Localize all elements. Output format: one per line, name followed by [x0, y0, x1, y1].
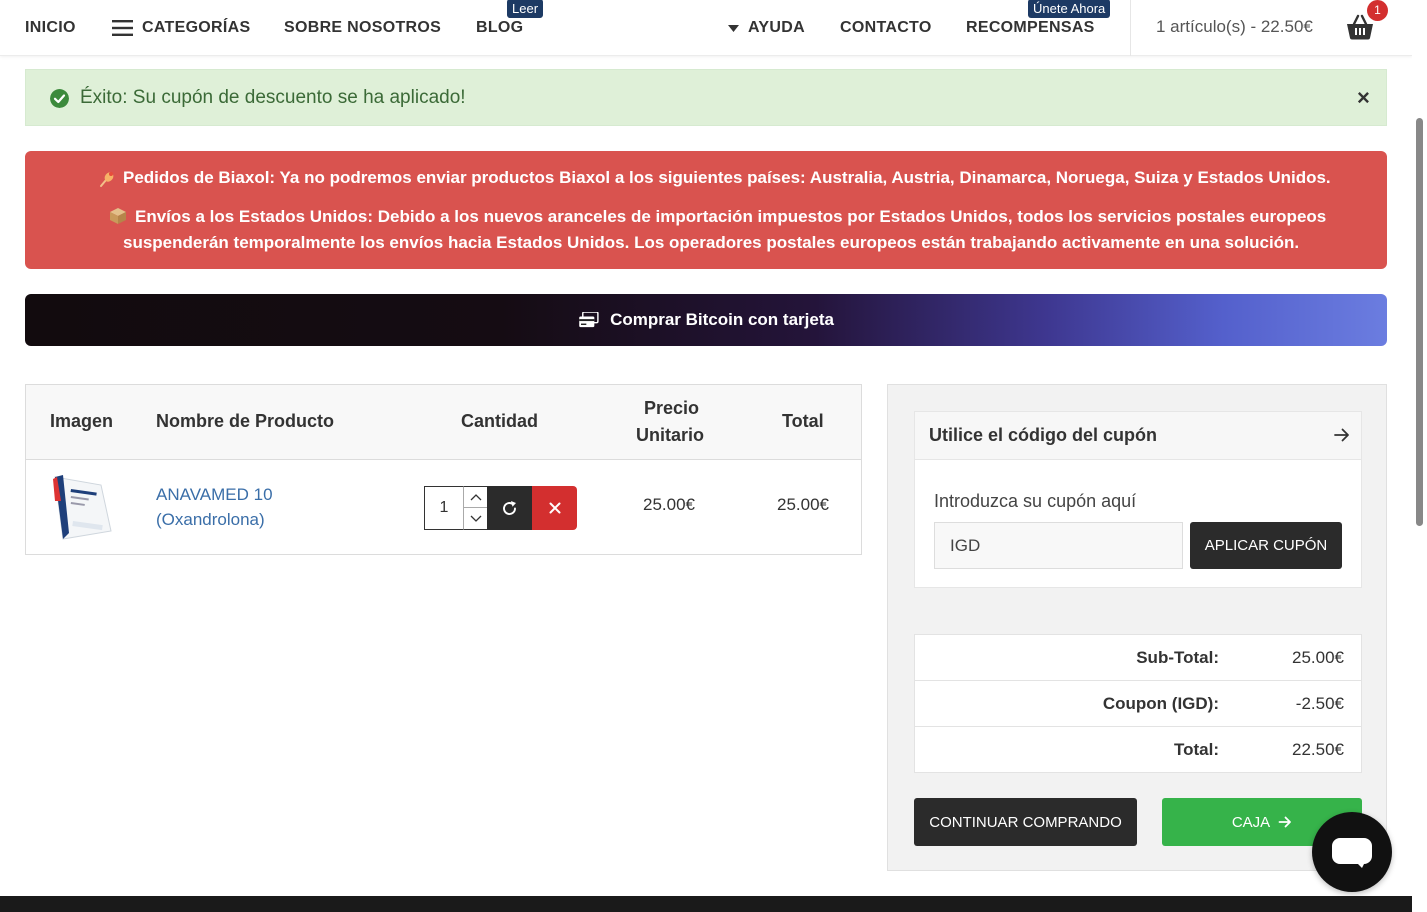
nav-ayuda[interactable]: AYUDA: [728, 0, 805, 56]
remove-item-button[interactable]: [532, 486, 577, 530]
subtotal-value: 25.00€: [1292, 648, 1344, 667]
order-summary-panel: Utilice el código del cupón Introduzca s…: [887, 384, 1387, 871]
nav-categorias[interactable]: CATEGORÍAS: [112, 0, 250, 56]
danger-message-line2: Envíos a los Estados Unidos: Debido a lo…: [135, 207, 1327, 226]
chevron-up-icon[interactable]: [464, 487, 487, 508]
check-circle-icon: [50, 89, 69, 108]
arrow-right-icon: [1278, 816, 1292, 828]
coupon-label: Introduzca su cupón aquí: [934, 491, 1137, 511]
shipping-warning-alert: Pedidos de Biaxol: Ya no podremos enviar…: [25, 151, 1387, 269]
totals-row-coupon: Coupon (IGD): -2.50€: [915, 681, 1361, 727]
col-header-imagen: Imagen: [50, 411, 114, 431]
cart-table-header: Imagen Nombre de Producto Cantidad Preci…: [26, 385, 861, 460]
product-name-link[interactable]: ANAVAMED 10 (Oxandrolona): [156, 482, 273, 532]
cart-table: Imagen Nombre de Producto Cantidad Preci…: [25, 384, 862, 555]
quantity-input[interactable]: 1: [424, 486, 463, 530]
col-header-cantidad: Cantidad: [461, 411, 539, 431]
nav-categorias-label: CATEGORÍAS: [142, 19, 251, 36]
chevron-down-icon[interactable]: [464, 508, 487, 529]
credit-card-icon: [579, 312, 599, 328]
nav-inicio[interactable]: INICIO: [25, 0, 76, 56]
subtotal-label: Sub-Total:: [1136, 648, 1219, 667]
cart-count-badge: 1: [1367, 0, 1388, 21]
refresh-icon: [503, 500, 516, 515]
product-name-line2: (Oxandrolona): [156, 510, 265, 529]
blog-badge: Leer: [507, 0, 544, 18]
top-navbar: INICIO CATEGORÍAS SOBRE NOSOTROS BLOG Le…: [0, 0, 1412, 56]
product-name-line1: ANAVAMED 10: [156, 485, 273, 504]
arrow-right-icon[interactable]: [1333, 426, 1351, 444]
totals-row-subtotal: Sub-Total: 25.00€: [915, 635, 1361, 681]
total-value: 22.50€: [1292, 740, 1344, 759]
coupon-discount-label: Coupon (IGD):: [1102, 694, 1219, 713]
col-header-nombre: Nombre de Producto: [156, 411, 335, 431]
row-total: 25.00€: [777, 495, 829, 514]
chat-bubble-icon: [1332, 838, 1372, 864]
recompensas-badge: Únete Ahora: [1028, 0, 1111, 18]
update-quantity-button[interactable]: [487, 486, 532, 530]
chat-widget-button[interactable]: [1312, 812, 1392, 892]
cart-summary[interactable]: 1 artículo(s) - 22.50€: [1156, 17, 1313, 37]
buy-bitcoin-banner[interactable]: Comprar Bitcoin con tarjeta: [25, 294, 1387, 346]
product-image[interactable]: [49, 471, 115, 541]
close-alert-button[interactable]: ×: [1357, 87, 1370, 109]
page-scrollbar-thumb[interactable]: [1416, 118, 1423, 526]
cart-divider: [1130, 0, 1131, 56]
totals-table: Sub-Total: 25.00€ Coupon (IGD): -2.50€ T…: [914, 634, 1362, 773]
success-message: Éxito: Su cupón de descuento se ha aplic…: [80, 87, 466, 108]
nav-sobre-nosotros[interactable]: SOBRE NOSOTROS: [284, 0, 441, 56]
total-label: Total:: [1173, 740, 1219, 759]
col-header-total: Total: [782, 411, 824, 431]
coupon-header[interactable]: Utilice el código del cupón: [915, 412, 1361, 460]
buy-bitcoin-label: Comprar Bitcoin con tarjeta: [610, 310, 834, 329]
apply-coupon-button[interactable]: APLICAR CUPÓN: [1190, 522, 1342, 569]
package-icon: [110, 208, 126, 224]
success-alert: Éxito: Su cupón de descuento se ha aplic…: [25, 69, 1387, 126]
unit-price: 25.00€: [643, 495, 695, 514]
caret-down-icon: [728, 24, 739, 32]
nav-ayuda-label: AYUDA: [748, 19, 805, 36]
coupon-card: Utilice el código del cupón Introduzca s…: [914, 411, 1362, 588]
coupon-title: Utilice el código del cupón: [929, 425, 1158, 445]
col-header-precio-line1: Precio: [644, 398, 700, 418]
footer: [0, 896, 1412, 912]
pin-icon: [100, 172, 114, 187]
continue-shopping-button[interactable]: CONTINUAR COMPRANDO: [914, 798, 1137, 846]
hamburger-menu-icon: [112, 20, 133, 36]
coupon-input[interactable]: [934, 522, 1183, 569]
coupon-discount-value: -2.50€: [1295, 694, 1344, 713]
quantity-stepper[interactable]: [463, 486, 487, 530]
close-icon: [549, 502, 560, 514]
checkout-label: CAJA: [1231, 813, 1271, 831]
chat-bubble-tail: [1354, 860, 1366, 868]
nav-contacto[interactable]: CONTACTO: [840, 0, 932, 56]
danger-message-line3: suspenderán temporalmente los envíos hac…: [123, 233, 1300, 252]
col-header-precio-line2: Unitario: [636, 425, 705, 445]
danger-message-line1: Pedidos de Biaxol: Ya no podremos enviar…: [123, 168, 1331, 187]
totals-row-total: Total: 22.50€: [915, 727, 1361, 773]
